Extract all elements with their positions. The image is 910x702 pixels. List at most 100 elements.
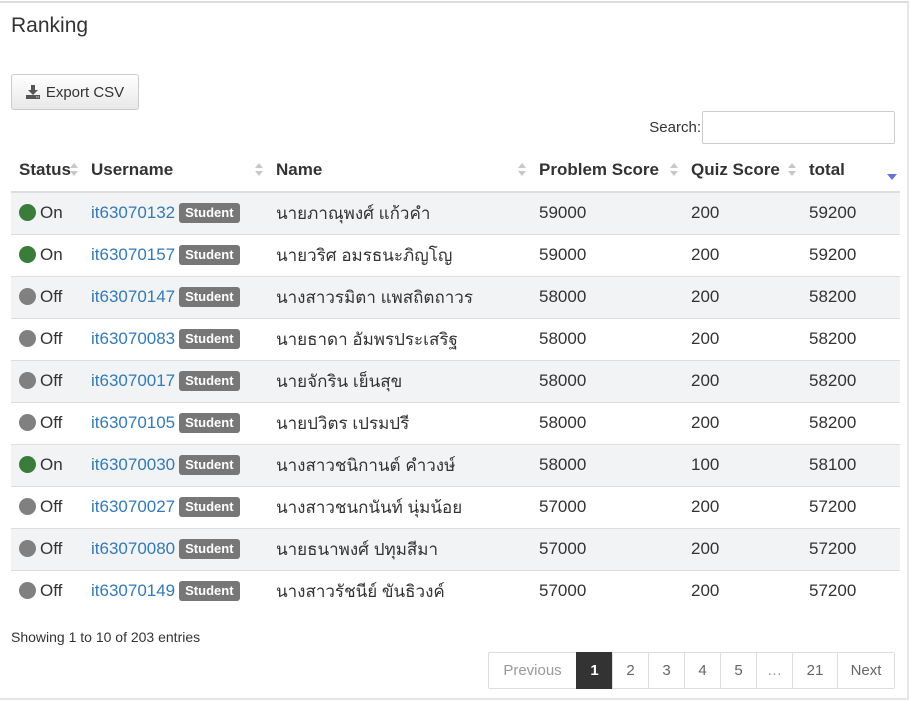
username-link[interactable]: it63070017 xyxy=(91,371,175,390)
offline-status-icon xyxy=(19,372,36,389)
table-row: On it63070157 Student นายวริศ อมรธนะภิญโญ 59… xyxy=(11,233,900,276)
offline-status-icon xyxy=(19,540,36,557)
total-cell: 58200 xyxy=(801,401,900,444)
username-cell: it63070030 Student xyxy=(83,443,268,486)
username-cell: it63070017 Student xyxy=(83,359,268,402)
page-button-3[interactable]: 3 xyxy=(648,652,685,689)
total-cell: 57200 xyxy=(801,485,900,528)
column-header-label: Name xyxy=(276,160,323,179)
status-cell: Off xyxy=(11,401,83,444)
username-cell: it63070132 Student xyxy=(83,191,268,234)
username-link[interactable]: it63070157 xyxy=(91,245,175,264)
column-header-label: total xyxy=(809,160,845,179)
username-link[interactable]: it63070132 xyxy=(91,203,175,222)
column-header-name[interactable]: Name xyxy=(268,149,531,193)
status-text: Off xyxy=(40,413,63,432)
search-box: Search: xyxy=(649,111,895,144)
total-cell: 57200 xyxy=(801,527,900,570)
page-title: Ranking xyxy=(11,14,89,37)
column-header-label: Problem Score xyxy=(539,160,659,179)
page-button-5[interactable]: 5 xyxy=(720,652,757,689)
status-cell: Off xyxy=(11,485,83,528)
name-cell: นายวริศ อมรธนะภิญโญ xyxy=(268,233,531,276)
role-badge: Student xyxy=(179,413,240,433)
problem-score-cell: 59000 xyxy=(531,191,683,234)
column-header-label: Quiz Score xyxy=(691,160,780,179)
total-cell: 58200 xyxy=(801,359,900,402)
search-input[interactable] xyxy=(702,111,895,144)
status-text: Off xyxy=(40,371,63,390)
problem-score-cell: 58000 xyxy=(531,401,683,444)
problem-score-cell: 58000 xyxy=(531,275,683,318)
username-link[interactable]: it63070027 xyxy=(91,497,175,516)
status-text: Off xyxy=(40,329,63,348)
table-row: On it63070030 Student นางสาวชนิกานต์ คำวงษ์… xyxy=(11,443,900,486)
page-button-4[interactable]: 4 xyxy=(684,652,721,689)
total-cell: 58100 xyxy=(801,443,900,486)
table-row: On it63070132 Student นายภาณุพงศ์ แก้วคำ 590… xyxy=(11,191,900,234)
username-link[interactable]: it63070030 xyxy=(91,455,175,474)
problem-score-cell: 59000 xyxy=(531,233,683,276)
quiz-score-cell: 200 xyxy=(683,317,801,360)
role-badge: Student xyxy=(179,581,240,602)
table-row: Off it63070027 Student นางสาวชนกนันท์ นุ่มน… xyxy=(11,485,900,528)
table-row: Off it63070017 Student นายจักริน เย็นสุข 580… xyxy=(11,359,900,402)
problem-score-cell: 57000 xyxy=(531,569,683,612)
problem-score-cell: 58000 xyxy=(531,443,683,486)
name-cell: นางสาวรัชนีย์ ขันธิวงค์ xyxy=(268,569,531,612)
username-link[interactable]: it63070149 xyxy=(91,581,175,600)
name-cell: นางสาวชนิกานต์ คำวงษ์ xyxy=(268,443,531,486)
problem-score-cell: 58000 xyxy=(531,317,683,360)
username-cell: it63070157 Student xyxy=(83,233,268,276)
sort-icon xyxy=(670,162,679,178)
name-cell: นายธาดา อัมพรประเสริฐ xyxy=(268,317,531,360)
problem-score-cell: 57000 xyxy=(531,485,683,528)
export-csv-button[interactable]: Export CSV xyxy=(11,74,139,110)
problem-score-cell: 57000 xyxy=(531,527,683,570)
username-cell: it63070083 Student xyxy=(83,317,268,360)
page-button-21[interactable]: 21 xyxy=(792,652,838,689)
role-badge: Student xyxy=(179,455,240,475)
column-header-quiz-score[interactable]: Quiz Score xyxy=(683,149,801,193)
status-cell: Off xyxy=(11,317,83,360)
total-cell: 59200 xyxy=(801,191,900,234)
username-cell: it63070147 Student xyxy=(83,275,268,318)
column-header-status[interactable]: Status xyxy=(11,149,83,193)
ranking-table: Status Username Name Problem Score Quiz … xyxy=(11,149,900,612)
name-cell: นายธนาพงศ์ ปทุมสีมา xyxy=(268,527,531,570)
username-link[interactable]: it63070083 xyxy=(91,329,175,348)
status-cell: Off xyxy=(11,527,83,570)
column-header-problem-score[interactable]: Problem Score xyxy=(531,149,683,193)
role-badge: Student xyxy=(179,329,240,349)
download-icon xyxy=(25,85,40,99)
online-status-icon xyxy=(19,246,36,263)
total-cell: 57200 xyxy=(801,569,900,612)
offline-status-icon xyxy=(19,414,36,431)
name-cell: นายปวิตร เปรมปรี xyxy=(268,401,531,444)
online-status-icon xyxy=(19,456,36,473)
quiz-score-cell: 200 xyxy=(683,275,801,318)
role-badge: Student xyxy=(179,287,240,307)
status-cell: Off xyxy=(11,359,83,402)
username-link[interactable]: it63070080 xyxy=(91,539,175,558)
column-header-label: Username xyxy=(91,160,174,179)
role-badge: Student xyxy=(179,245,240,265)
status-text: Off xyxy=(40,287,63,306)
username-cell: it63070149 Student xyxy=(83,569,268,612)
name-cell: นางสาวชนกนันท์ นุ่มน้อย xyxy=(268,485,531,528)
role-badge: Student xyxy=(179,203,240,224)
username-link[interactable]: it63070147 xyxy=(91,287,175,306)
next-page-button[interactable]: Next xyxy=(837,652,895,689)
name-cell: นายภาณุพงศ์ แก้วคำ xyxy=(268,191,531,234)
column-header-total[interactable]: total xyxy=(801,149,900,193)
column-header-username[interactable]: Username xyxy=(83,149,268,193)
username-link[interactable]: it63070105 xyxy=(91,413,175,432)
previous-page-button[interactable]: Previous xyxy=(488,652,577,689)
sort-icon xyxy=(255,162,264,178)
table-row: Off it63070147 Student นางสาวรมิตา แพสถิตถา… xyxy=(11,275,900,318)
table-row: Off it63070080 Student นายธนาพงศ์ ปทุมสีมา 5… xyxy=(11,527,900,570)
name-cell: นายจักริน เย็นสุข xyxy=(268,359,531,402)
status-cell: On xyxy=(11,443,83,486)
page-button-1[interactable]: 1 xyxy=(576,652,613,689)
page-button-2[interactable]: 2 xyxy=(612,652,649,689)
